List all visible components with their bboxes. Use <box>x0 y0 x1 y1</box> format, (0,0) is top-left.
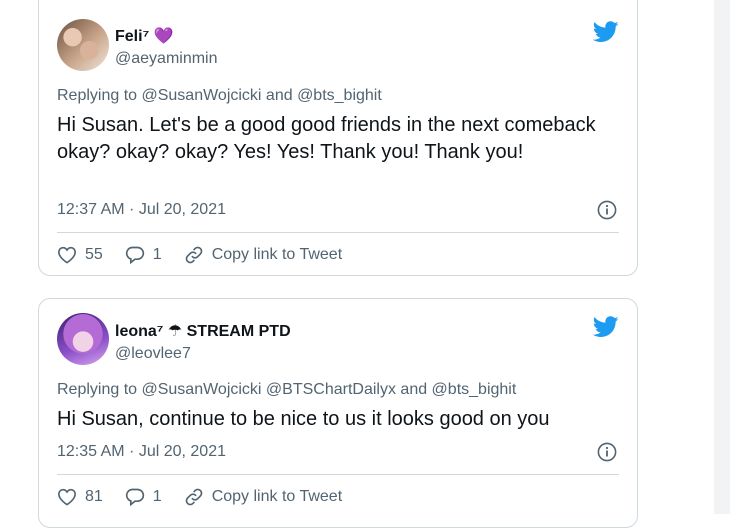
divider <box>57 474 619 475</box>
reply-icon <box>125 246 144 265</box>
replying-to: Replying to @SusanWojcicki and @bts_bigh… <box>57 87 382 104</box>
avatar[interactable] <box>57 313 109 365</box>
avatar[interactable] <box>57 19 109 71</box>
reply-count: 1 <box>152 488 162 505</box>
like-button[interactable]: 81 <box>57 488 103 506</box>
like-count: 55 <box>85 246 103 263</box>
timestamp[interactable]: 12:35 AM · Jul 20, 2021 <box>57 443 226 461</box>
display-name[interactable]: leona⁷ ☂ STREAM PTD <box>115 321 291 341</box>
info-icon[interactable] <box>597 200 617 220</box>
user-handle[interactable]: @leovlee7 <box>115 345 191 363</box>
link-icon <box>185 488 203 506</box>
copy-link-button[interactable]: Copy link to Tweet <box>184 245 342 265</box>
page-side-strip <box>714 0 730 514</box>
replying-to: Replying to @SusanWojcicki @BTSChartDail… <box>57 381 517 398</box>
reply-button[interactable]: 1 <box>125 245 162 265</box>
divider <box>57 232 619 233</box>
tweet-card[interactable]: Feli⁷ 💜 @aeyaminmin Replying to @SusanWo… <box>38 0 638 276</box>
tweet-text: Hi Susan, continue to be nice to us it l… <box>57 408 550 430</box>
user-handle[interactable]: @aeyaminmin <box>115 50 218 68</box>
copy-link-button[interactable]: Copy link to Tweet <box>184 487 342 507</box>
reply-count: 1 <box>152 246 162 263</box>
info-icon[interactable] <box>597 442 617 462</box>
link-icon <box>185 246 203 264</box>
tweet-text: Hi Susan. Let's be a good good friends i… <box>57 114 596 163</box>
twitter-bird-icon[interactable] <box>593 21 619 43</box>
copy-link-label: Copy link to Tweet <box>211 488 343 505</box>
reply-icon <box>125 488 144 507</box>
copy-link-label: Copy link to Tweet <box>211 246 343 263</box>
action-bar: 81 1 Copy link to Tweet <box>57 485 342 509</box>
like-button[interactable]: 55 <box>57 246 103 264</box>
tweet-card[interactable]: leona⁷ ☂ STREAM PTD @leovlee7 Replying t… <box>38 298 638 528</box>
timestamp[interactable]: 12:37 AM · Jul 20, 2021 <box>57 201 226 219</box>
heart-icon <box>57 488 77 506</box>
display-name[interactable]: Feli⁷ 💜 <box>115 26 174 46</box>
twitter-bird-icon[interactable] <box>593 316 619 338</box>
action-bar: 55 1 Copy link to Tweet <box>57 243 342 267</box>
reply-button[interactable]: 1 <box>125 487 162 507</box>
heart-icon <box>57 246 77 264</box>
like-count: 81 <box>85 488 103 505</box>
